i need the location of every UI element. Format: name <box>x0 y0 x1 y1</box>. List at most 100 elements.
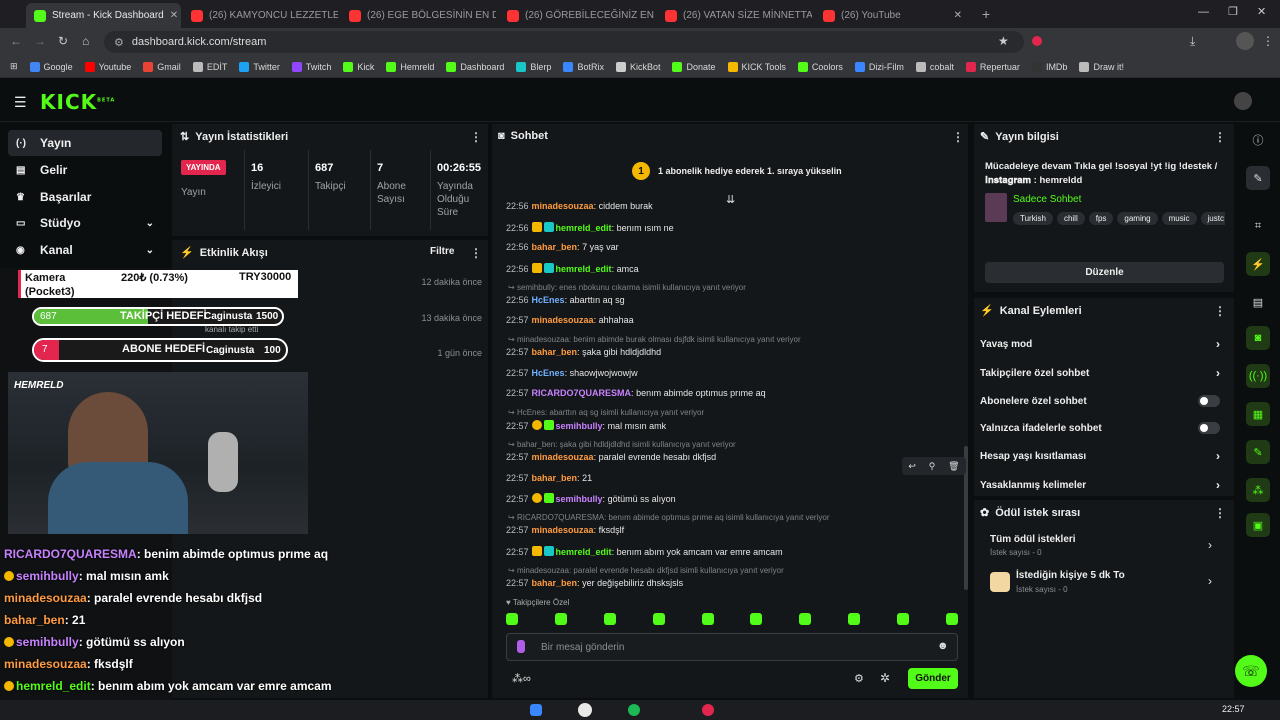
bookmark-item[interactable]: Twitter <box>233 61 286 72</box>
users-icon[interactable]: ⁂ <box>1246 478 1270 502</box>
close-icon[interactable]: ✕ <box>954 10 962 21</box>
extension-icon[interactable] <box>1032 36 1042 46</box>
info-icon[interactable]: ⓘ <box>1246 128 1270 152</box>
category-link[interactable]: Sadece Sohbet <box>1013 194 1081 205</box>
bookmark-item[interactable]: Dashboard <box>440 61 510 72</box>
filter-button[interactable]: Filtre <box>430 246 454 257</box>
channel-action-item[interactable]: Yavaş mod › <box>980 333 1226 355</box>
settings-icon[interactable]: ⚙ <box>854 672 864 685</box>
chat-message[interactable]: 22:57 minadesouzaa: paralel evrende hesab… <box>506 452 716 462</box>
broadcast-icon[interactable]: ((·)) <box>1246 364 1270 388</box>
nav-item-4[interactable]: ◉ Kanal ⌄ <box>8 237 162 263</box>
emote-icon[interactable] <box>799 613 812 625</box>
tool-icon[interactable]: ✎ <box>1246 440 1270 464</box>
bookmark-item[interactable]: Twitch <box>286 61 338 72</box>
window-close-icon[interactable]: ✕ <box>1257 5 1266 18</box>
spotify-taskbar-icon[interactable] <box>628 704 640 716</box>
bookmark-item[interactable]: Dizi-Film <box>849 61 910 72</box>
tab-youtube-4[interactable]: (26) VATAN SİZE MİNNETTAR✕ <box>657 3 812 28</box>
toggle-switch[interactable] <box>1198 422 1220 434</box>
apps-icon[interactable]: ⊞ <box>0 61 24 72</box>
reward-menu-icon[interactable]: ⋮ <box>1214 506 1226 520</box>
chat-menu-icon[interactable]: ⋮ <box>952 130 964 144</box>
user-avatar[interactable] <box>1234 92 1252 110</box>
chat-message[interactable]: 22:57 bahar_ben: şaka gibi hdldjdldhd <box>506 347 661 357</box>
emote-icon[interactable] <box>652 613 665 625</box>
minimize-icon[interactable]: — <box>1198 6 1209 18</box>
chat-message[interactable]: 22:56 hemreld_edit: benım ısım ne <box>506 221 674 233</box>
emote-icon[interactable] <box>750 613 763 625</box>
send-button[interactable]: Gönder <box>908 668 958 689</box>
pin-icon[interactable]: ⚲ <box>929 461 936 472</box>
chat-message[interactable]: 22:56 hemreld_edit: amca <box>506 262 639 274</box>
bookmark-item[interactable]: KickBot <box>610 61 667 72</box>
emote-icon[interactable] <box>554 613 567 625</box>
channel-action-item[interactable]: Yasaklanmış kelimeler › <box>980 474 1226 496</box>
edit-pen-icon[interactable]: ✎ <box>1246 166 1270 190</box>
bookmark-item[interactable]: Draw it! <box>1073 61 1130 72</box>
taskbar-app-icon[interactable] <box>530 704 542 716</box>
bookmark-item[interactable]: Google <box>24 61 79 72</box>
close-icon[interactable]: ✕ <box>170 10 178 21</box>
infinity-icon[interactable]: ⁂∞ <box>512 672 531 685</box>
channel-actions-menu-icon[interactable]: ⋮ <box>1214 304 1226 318</box>
nav-item-2[interactable]: ♛ Başarılar <box>8 184 162 210</box>
reply-icon[interactable]: ↩ <box>908 461 916 472</box>
chrome-taskbar-icon[interactable] <box>578 703 592 717</box>
reload-icon[interactable]: ↻ <box>58 34 68 48</box>
bookmark-item[interactable]: IMDb <box>1026 61 1074 72</box>
download-icon[interactable]: ⤓ <box>1190 34 1195 49</box>
bookmark-item[interactable]: Kick <box>337 61 380 72</box>
home-icon[interactable]: ⌂ <box>82 34 89 48</box>
edit-button[interactable]: Düzenle <box>985 262 1224 283</box>
bookmark-star-icon[interactable]: ★ <box>998 34 1009 48</box>
tab-kick-dashboard[interactable]: Stream - Kick Dashboard ✕ <box>26 3 181 28</box>
chat-message[interactable]: 22:57 HcEnes: shaowjwojwowjw <box>506 368 638 378</box>
bookmark-item[interactable]: Coolors <box>792 61 849 72</box>
chat-message[interactable]: 22:56 bahar_ben: 7 yaş var <box>506 242 619 252</box>
site-info-icon[interactable]: ⚙ <box>114 36 124 49</box>
scroll-down-icon[interactable]: ⇊ <box>726 193 735 206</box>
stream-info-menu-icon[interactable]: ⋮ <box>1214 130 1226 144</box>
tag-chip[interactable]: justc <box>1200 212 1225 225</box>
emote-icon[interactable] <box>848 613 861 625</box>
tab-youtube-3[interactable]: (26) GÖREBİLECEĞİNİZ EN ŞEY✕ <box>499 3 654 28</box>
tab-youtube-2[interactable]: (26) EGE BÖLGESİNİN EN DÜŞ✕ <box>341 3 496 28</box>
tag-chip[interactable]: chill <box>1056 212 1085 225</box>
chat-message[interactable]: 22:56 HcEnes: abarttın aq sg <box>506 295 625 305</box>
tag-chip[interactable]: fps <box>1088 212 1114 225</box>
emote-icon[interactable] <box>603 613 616 625</box>
pinned-gift-banner[interactable]: 1 1 abonelik hediye ederek 1. sıraya yük… <box>632 162 842 180</box>
nav-item-0[interactable]: (·) Yayın <box>8 130 162 156</box>
channel-action-item[interactable]: Abonelere özel sohbet <box>980 390 1226 412</box>
delete-icon[interactable]: 🗑 <box>948 461 959 472</box>
chat-message[interactable]: 22:57 RICARDO7QUARESMA: benım abimde optı… <box>506 388 766 398</box>
chat-bot-icon[interactable]: ✲ <box>880 671 890 685</box>
bookmark-item[interactable]: Repertuar <box>960 61 1026 72</box>
events-menu-icon[interactable]: ⋮ <box>470 246 482 260</box>
nav-item-1[interactable]: ▤ Gelir <box>8 157 162 183</box>
mic-icon[interactable] <box>517 640 525 653</box>
toggle-switch[interactable] <box>1198 395 1220 407</box>
tab-youtube-1[interactable]: (26) KAMYONCU LEZZETLERİ✕ <box>183 3 338 28</box>
clapper-icon[interactable]: ▣ <box>1246 513 1270 537</box>
kick-logo[interactable]: KICKBETA <box>40 90 115 114</box>
chat-message[interactable]: 22:57 minadesouzaa: fksdşlf <box>506 525 624 535</box>
hamburger-icon[interactable]: ☰ <box>14 94 27 111</box>
reward-item[interactable]: İstediğin kişiye 5 dk To İstek sayısı - … <box>990 570 1220 598</box>
tab-youtube-5[interactable]: (26) YouTube ✕ <box>815 3 970 28</box>
chat-message[interactable]: 22:57 hemreld_edit: benım abım yok amcam … <box>506 545 783 557</box>
forward-icon[interactable]: → <box>34 34 46 48</box>
channel-action-item[interactable]: Takipçilere özel sohbet › <box>980 362 1226 384</box>
emote-icon[interactable] <box>945 613 958 625</box>
tag-chip[interactable]: Turkish <box>1013 212 1053 225</box>
help-chat-button[interactable]: ☏ <box>1235 655 1267 687</box>
chat-input[interactable]: Bir mesaj gönderin ☻ <box>506 633 958 661</box>
tag-chip[interactable]: gaming <box>1117 212 1158 225</box>
emote-icon[interactable] <box>701 613 714 625</box>
emoji-icon[interactable]: ☻ <box>937 640 949 652</box>
chat-message[interactable]: 22:57 minadesouzaa: ahhahaa <box>506 315 634 325</box>
bolt-action-icon[interactable]: ⚡ <box>1246 252 1270 276</box>
bookmark-item[interactable]: Blerp <box>510 61 557 72</box>
bookmark-item[interactable]: Donate <box>666 61 721 72</box>
